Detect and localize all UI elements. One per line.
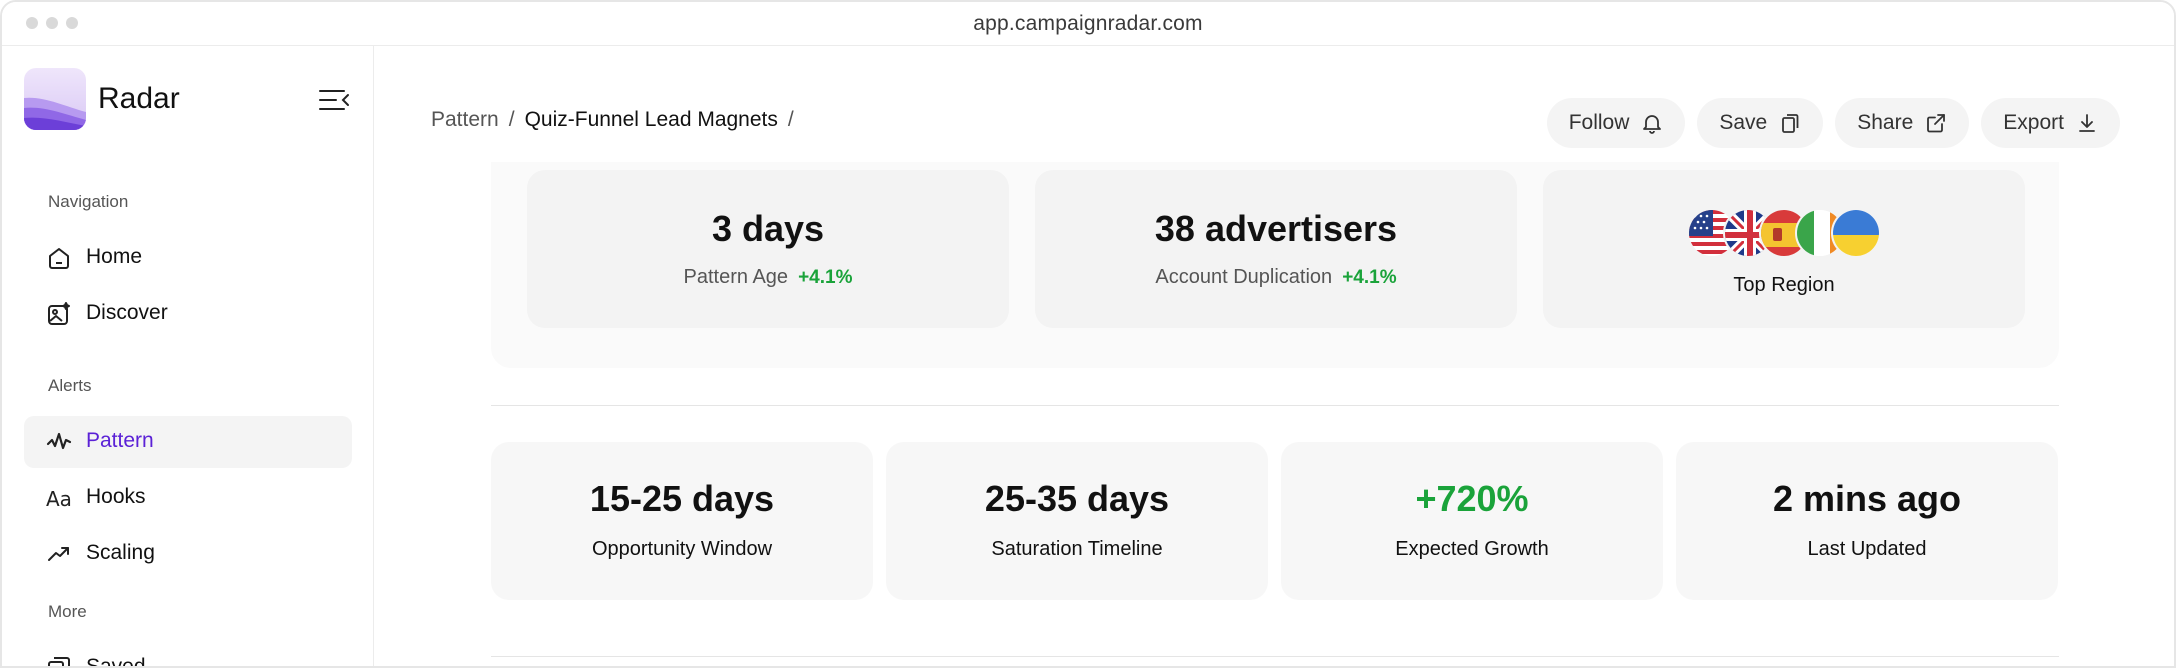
share-label: Share (1857, 111, 1914, 134)
breadcrumb-root-link[interactable]: Pattern (431, 108, 499, 132)
opportunity-window-card: 15-25 days Opportunity Window (491, 442, 873, 600)
radar-logo (24, 68, 86, 130)
section-label-alerts: Alerts (48, 376, 92, 395)
saturation-timeline-label: Saturation Timeline (991, 538, 1163, 560)
last-updated-value: 2 mins ago (1772, 478, 1962, 519)
account-duplication-label: Account Duplication (1155, 266, 1333, 288)
pattern-age-label: Pattern Age (683, 266, 789, 288)
save-button[interactable]: Save (1697, 98, 1824, 148)
sidebar-collapse-icon[interactable] (318, 86, 350, 114)
pattern-age-label-row: Pattern Age +4.1% (527, 266, 1009, 289)
account-duplication-label-row: Account Duplication +4.1% (1035, 266, 1517, 289)
pattern-age-card: 3 days Pattern Age +4.1% (527, 170, 1009, 328)
pattern-age-value: 3 days (711, 208, 825, 249)
hooks-icon: Aa (46, 485, 72, 511)
top-region-label: Top Region (1733, 274, 1835, 296)
save-label: Save (1719, 111, 1768, 134)
external-link-icon (1927, 114, 1946, 133)
account-duplication-change: +4.1% (1342, 267, 1397, 288)
sidebar-item-hooks[interactable]: Aa Hooks (24, 472, 352, 524)
follow-label: Follow (1568, 111, 1630, 134)
download-icon (2079, 114, 2095, 132)
follow-button[interactable]: Follow (1546, 98, 1686, 148)
title-bar: app.campaignradar.com (2, 2, 2174, 46)
sidebar-item-label: Scaling (86, 541, 155, 564)
sidebar-item-scaling[interactable]: Scaling (24, 528, 352, 580)
section-label-navigation: Navigation (48, 192, 129, 211)
ukraine-flag-icon (1831, 208, 1881, 258)
bell-icon (1643, 115, 1662, 134)
svg-text:Aa: Aa (46, 487, 72, 511)
opportunity-window-value: 15-25 days (589, 478, 775, 519)
pattern-age-change: +4.1% (798, 267, 853, 288)
sidebar-item-pattern[interactable]: Pattern (24, 416, 352, 468)
top-region-card: Top Region (1543, 170, 2025, 328)
sidebar-item-home[interactable]: Home (24, 232, 352, 284)
saved-icon (46, 655, 72, 666)
breadcrumb-separator: / (787, 108, 794, 131)
sidebar-item-label: Hooks (86, 485, 146, 508)
saturation-timeline-value: 25-35 days (984, 478, 1170, 519)
share-button[interactable]: Share (1835, 98, 1970, 148)
scaling-icon (46, 541, 72, 567)
pattern-summary-panel: 3 days Pattern Age +4.1% 38 advertisers A… (491, 162, 2059, 368)
breadcrumb: Pattern / Quiz-Funnel Lead Magnets / (431, 108, 794, 132)
sidebar: Radar Navigation Home Discover Alerts Pa… (2, 46, 374, 668)
sidebar-item-saved[interactable]: Saved (24, 642, 352, 668)
brand-name: Radar (98, 82, 180, 115)
pattern-icon (46, 429, 72, 455)
last-updated-card: 2 mins ago Last Updated (1676, 442, 2058, 600)
account-duplication-value: 38 advertisers (1154, 208, 1398, 249)
region-flags (1543, 208, 2025, 258)
expected-growth-label: Expected Growth (1395, 538, 1549, 560)
section-divider (491, 656, 2059, 657)
discover-icon (46, 301, 72, 327)
last-updated-label: Last Updated (1807, 538, 1927, 560)
breadcrumb-current: Quiz-Funnel Lead Magnets (524, 108, 778, 131)
expected-growth-value: +720% (1415, 478, 1529, 519)
main-content: Pattern / Quiz-Funnel Lead Magnets / Fol… (375, 46, 2174, 666)
section-divider (491, 405, 2059, 406)
sidebar-item-label: Discover (86, 301, 168, 324)
account-duplication-card: 38 advertisers Account Duplication +4.1% (1035, 170, 1517, 328)
opportunity-window-label: Opportunity Window (591, 538, 773, 560)
bookmark-icon (1782, 114, 1799, 133)
section-label-more: More (48, 602, 87, 621)
export-label: Export (2003, 111, 2064, 134)
sidebar-item-label: Pattern (86, 429, 154, 452)
breadcrumb-separator: / (508, 108, 515, 131)
saturation-timeline-card: 25-35 days Saturation Timeline (886, 442, 1268, 600)
export-button[interactable]: Export (1981, 98, 2120, 148)
sidebar-item-label: Saved (86, 655, 146, 668)
address-bar-url[interactable]: app.campaignradar.com (2, 12, 2174, 36)
page-actions: Follow Save Share Export (1546, 98, 2120, 148)
browser-window: app.campaignradar.com Radar Navigation H… (0, 0, 2176, 668)
sidebar-item-discover[interactable]: Discover (24, 288, 352, 340)
home-icon (46, 245, 72, 271)
sidebar-item-label: Home (86, 245, 143, 268)
expected-growth-card: +720% Expected Growth (1281, 442, 1663, 600)
